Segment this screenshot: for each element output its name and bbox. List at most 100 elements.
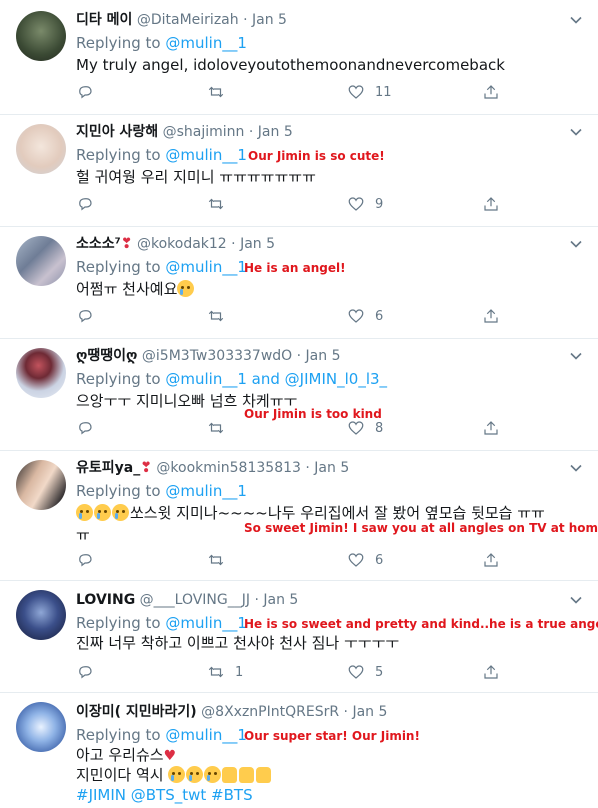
share-button[interactable] <box>482 82 500 102</box>
thumbs-up-icon <box>256 767 272 783</box>
chevron-down-icon[interactable] <box>568 592 584 608</box>
display-name[interactable]: 유토피ya_ <box>76 460 140 476</box>
share-button[interactable] <box>482 306 500 326</box>
tweet-date[interactable]: Jan 5 <box>252 12 287 28</box>
tweet-date[interactable]: Jan 5 <box>352 704 387 720</box>
mention-link[interactable]: @mulin__1 <box>165 482 247 500</box>
replying-to: Replying to @mulin__1 <box>76 482 247 500</box>
replying-to: Replying to @mulin__1 <box>76 614 247 632</box>
share-button[interactable] <box>482 418 500 438</box>
user-handle[interactable]: @i5M3Tw303337wdO <box>142 348 292 364</box>
reply-button[interactable] <box>76 550 104 570</box>
retweet-button[interactable] <box>207 82 235 102</box>
like-button[interactable]: 8 <box>347 418 383 438</box>
mention-link[interactable]: @mulin__1 <box>165 34 247 52</box>
heart-icon <box>348 553 364 567</box>
avatar[interactable] <box>16 124 66 174</box>
translation-annotation: He is an angel! <box>244 261 346 275</box>
crying-face-icon <box>112 504 129 521</box>
reply-icon <box>79 422 92 435</box>
hashtags[interactable]: #JIMIN @BTS_twt #BTS <box>76 784 253 806</box>
crying-face-icon <box>177 280 195 297</box>
share-icon <box>484 197 498 211</box>
like-button[interactable]: 5 <box>347 662 383 682</box>
retweet-icon <box>208 86 224 98</box>
mention-link[interactable]: @mulin__1 <box>165 258 247 276</box>
display-name[interactable]: 디타 메이 <box>76 12 132 28</box>
user-handle[interactable]: @shajiminn <box>163 124 245 140</box>
chevron-down-icon[interactable] <box>568 460 584 476</box>
tweet-date[interactable]: Jan 5 <box>314 460 349 476</box>
crying-face-icon <box>76 504 93 521</box>
share-button[interactable] <box>482 662 500 682</box>
tweet-text: 헐 귀여웡 우리 지미니 ㅠㅠㅠㅠㅠㅠㅠ <box>76 168 316 186</box>
tweet-text: 아고 우리슈스 <box>76 746 164 764</box>
retweet-button[interactable] <box>207 418 235 438</box>
avatar[interactable] <box>16 702 66 752</box>
reply-icon <box>79 666 92 679</box>
retweet-button[interactable] <box>207 550 235 570</box>
user-handle[interactable]: @8XxznPIntQRESrR <box>201 704 339 720</box>
chevron-down-icon[interactable] <box>568 12 584 28</box>
avatar[interactable] <box>16 348 66 398</box>
share-button[interactable] <box>482 550 500 570</box>
translation-annotation: Our Jimin is so cute! <box>248 149 385 163</box>
reply-button[interactable] <box>76 82 104 102</box>
avatar[interactable] <box>16 11 66 61</box>
tweet-date[interactable]: Jan 5 <box>306 348 341 364</box>
like-button[interactable]: 6 <box>347 306 383 326</box>
like-button[interactable]: 11 <box>347 82 392 102</box>
display-name[interactable]: LOVING <box>76 592 135 608</box>
mention-link[interactable]: @mulin__1 <box>165 146 247 164</box>
mention-link[interactable]: @mulin__1 <box>165 370 247 388</box>
retweet-icon <box>208 554 224 566</box>
avatar[interactable] <box>16 236 66 286</box>
user-handle[interactable]: @DitaMeirizah <box>137 12 239 28</box>
heart-emoji-icon: ♥ <box>163 748 177 764</box>
like-button[interactable]: 6 <box>347 550 383 570</box>
mention-link[interactable]: @mulin__1 <box>165 726 247 744</box>
display-name[interactable]: ღ땡땡이ღ <box>76 348 137 364</box>
heart-icon <box>348 665 364 679</box>
avatar[interactable] <box>16 590 66 640</box>
tweet-date[interactable]: Jan 5 <box>258 124 293 140</box>
heart-icon <box>348 197 364 211</box>
reply-button[interactable] <box>76 418 104 438</box>
and-connector: and <box>251 370 280 388</box>
reply-button[interactable] <box>76 306 104 326</box>
translation-annotation: Our super star! Our Jimin! <box>244 729 420 743</box>
retweet-icon <box>208 422 224 434</box>
divider <box>0 692 598 693</box>
mention-link[interactable]: @JIMIN_l0_l3_ <box>285 370 387 388</box>
display-name[interactable]: 소소소⁷ <box>76 236 121 252</box>
chevron-down-icon[interactable] <box>568 124 584 140</box>
heart-icon <box>348 421 364 435</box>
heart-icon <box>348 309 364 323</box>
reply-button[interactable] <box>76 662 104 682</box>
translation-annotation: So sweet Jimin! I saw you at all angles … <box>244 521 598 535</box>
user-handle[interactable]: @___LOVING__JJ <box>140 592 250 608</box>
chevron-down-icon[interactable] <box>568 236 584 252</box>
share-button[interactable] <box>482 194 500 214</box>
retweet-button[interactable] <box>207 194 235 214</box>
user-handle[interactable]: @kookmin58135813 <box>156 460 301 476</box>
display-name[interactable]: 이장미( 지민바라기) <box>76 704 197 720</box>
like-button[interactable]: 9 <box>347 194 383 214</box>
thumbs-up-icon <box>222 767 238 783</box>
divider <box>0 580 598 581</box>
reply-icon <box>79 554 92 567</box>
display-name[interactable]: 지민아 사랑해 <box>76 124 158 140</box>
user-handle[interactable]: @kokodak12 <box>137 236 227 252</box>
chevron-down-icon[interactable] <box>568 348 584 364</box>
avatar[interactable] <box>16 460 66 510</box>
crying-face-icon <box>186 766 204 783</box>
retweet-button[interactable] <box>207 306 235 326</box>
share-icon <box>484 553 498 567</box>
retweet-button[interactable]: 1 <box>207 662 243 682</box>
replying-to: Replying to @mulin__1 <box>76 726 247 744</box>
tweet-date[interactable]: Jan 5 <box>263 592 298 608</box>
tweet-date[interactable]: Jan 5 <box>240 236 275 252</box>
reply-button[interactable] <box>76 194 104 214</box>
replying-to: Replying to @mulin__1 <box>76 34 247 52</box>
mention-link[interactable]: @mulin__1 <box>165 614 247 632</box>
